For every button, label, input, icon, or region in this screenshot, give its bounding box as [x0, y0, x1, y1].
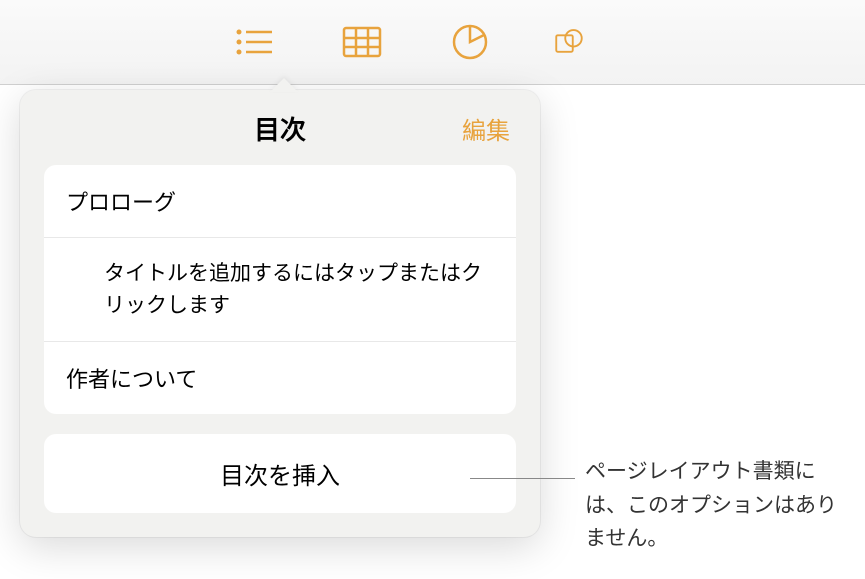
edit-button[interactable]: 編集 [462, 111, 510, 146]
popover-header: 目次 編集 [20, 110, 540, 165]
toc-popover: 目次 編集 プロローグ タイトルを追加するにはタップまたはクリックします 作者に… [20, 90, 540, 537]
table-icon[interactable] [338, 22, 386, 62]
shape-icon[interactable] [554, 22, 584, 62]
chart-icon[interactable] [446, 22, 494, 62]
toolbar [0, 0, 865, 85]
callout-line [470, 478, 575, 479]
callout-text: ページレイアウト書類には、このオプションはありません。 [585, 455, 845, 556]
popover-title: 目次 [254, 110, 306, 147]
toc-item-prologue[interactable]: プロローグ [44, 165, 516, 238]
toc-item-placeholder[interactable]: タイトルを追加するにはタップまたはクリックします [44, 238, 516, 342]
list-icon[interactable] [230, 22, 278, 62]
insert-toc-button[interactable]: 目次を挿入 [44, 434, 516, 513]
toc-list: プロローグ タイトルを追加するにはタップまたはクリックします 作者について [44, 165, 516, 414]
toc-item-author[interactable]: 作者について [44, 342, 516, 414]
